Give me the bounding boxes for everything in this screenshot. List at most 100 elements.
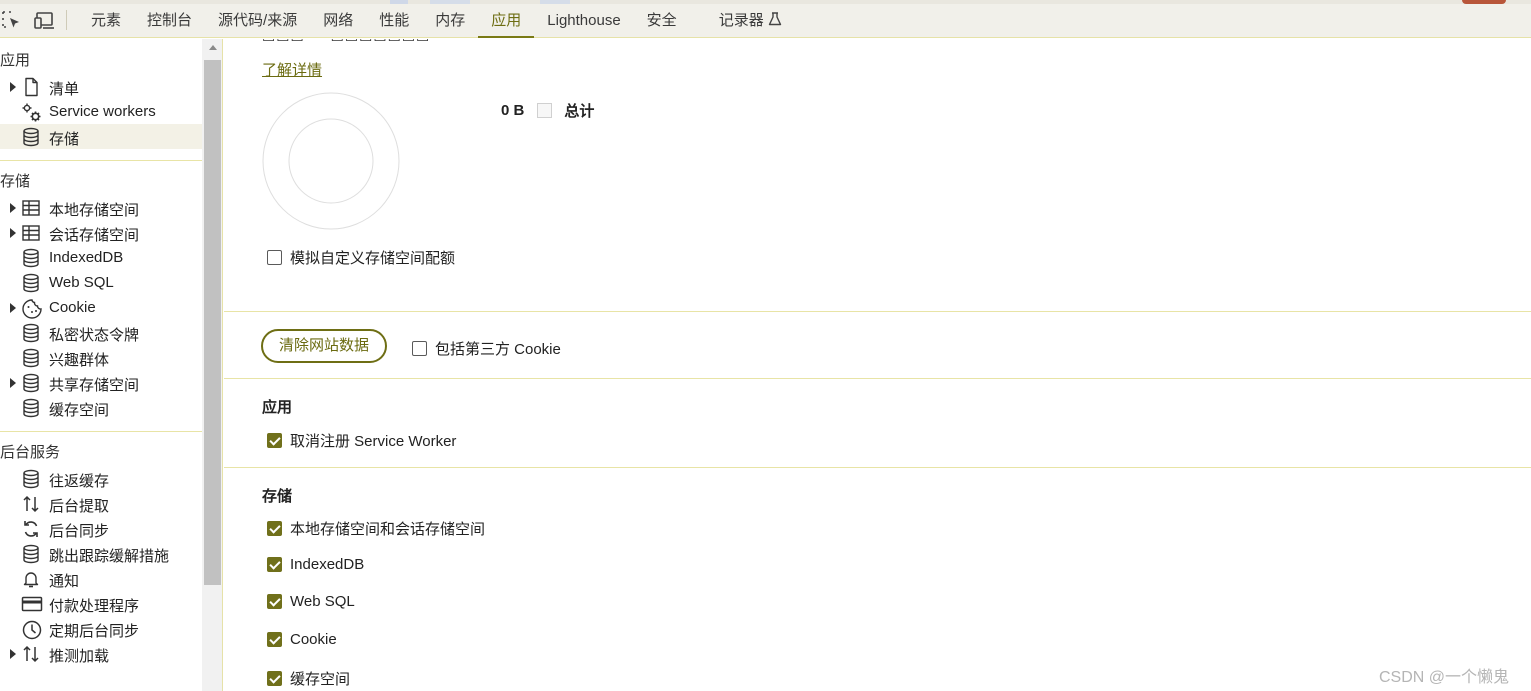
quota-override-label: 模拟自定义存储空间配额 <box>290 250 456 267</box>
sidebar-item[interactable]: Service workers <box>0 99 202 124</box>
local-session-storage-checkbox[interactable] <box>267 521 282 536</box>
sidebar-item[interactable]: 本地存储空间 <box>0 195 202 220</box>
sidebar-item-label: 推测加载 <box>49 648 110 665</box>
database-icon <box>21 273 41 293</box>
expand-arrow-icon[interactable] <box>10 378 16 388</box>
divider <box>224 378 1531 379</box>
websql-checkbox[interactable] <box>267 594 282 609</box>
sidebar-item[interactable]: 私密状态令牌 <box>0 320 202 345</box>
usage-summary: 0 B 总计 <box>501 100 594 121</box>
sidebar-item[interactable]: 后台提取 <box>0 491 202 516</box>
cookie-checkbox[interactable] <box>267 632 282 647</box>
sidebar-item[interactable]: 后台同步 <box>0 516 202 541</box>
unregister-sw-checkbox[interactable] <box>267 433 282 448</box>
clear-option-label: 本地存储空间和会话存储空间 <box>290 521 486 538</box>
sidebar-item[interactable]: 兴趣群体 <box>0 345 202 370</box>
tab-network[interactable]: 网络 <box>310 4 366 38</box>
sidebar-item-label: 清单 <box>49 81 80 98</box>
third-party-cookie-label: 包括第三方 Cookie <box>435 341 561 358</box>
sidebar-item-label: 本地存储空间 <box>49 202 140 219</box>
clear-option-label: IndexedDB <box>290 556 365 573</box>
learn-more-link[interactable]: 了解详情 <box>262 59 322 80</box>
sidebar-item-label: 私密状态令牌 <box>49 327 140 344</box>
sidebar-heading-background-services: 后台服务 <box>0 444 61 461</box>
tab-application[interactable]: 应用 <box>478 4 535 38</box>
avatar <box>1462 0 1506 4</box>
sidebar-item[interactable]: Cookie <box>0 295 202 320</box>
sidebar-heading-storage: 存储 <box>0 173 31 190</box>
application-sidebar: 应用 清单 Service workers 存储 存储 本地存储空间 会话存储空间 In… <box>0 39 202 691</box>
sidebar-item-label: Cookie <box>49 299 96 316</box>
tab-performance[interactable]: 性能 <box>366 4 422 38</box>
sidebar-item-label: 后台提取 <box>49 498 110 515</box>
expand-arrow-icon[interactable] <box>10 228 16 238</box>
sidebar-scrollbar[interactable] <box>202 39 223 691</box>
clear-option-row[interactable]: 本地存储空间和会话存储空间 <box>267 518 485 539</box>
sidebar-item-label: 通知 <box>49 573 80 590</box>
scroll-up-icon[interactable] <box>209 45 217 50</box>
database-icon <box>21 348 41 368</box>
expand-arrow-icon[interactable] <box>10 649 16 659</box>
clear-site-data-button[interactable]: 清除网站数据 <box>261 329 387 363</box>
sidebar-item[interactable]: 往返缓存 <box>0 466 202 491</box>
sidebar-item[interactable]: 共享存储空间 <box>0 370 202 395</box>
sidebar-item[interactable]: 清单 <box>0 74 202 99</box>
legend-swatch <box>537 103 553 118</box>
sidebar-item[interactable]: 存储 <box>0 124 202 149</box>
tab-console[interactable]: 控制台 <box>134 4 205 38</box>
tab-recorder[interactable]: 记录器 <box>706 4 795 38</box>
database-icon <box>21 469 41 489</box>
sidebar-item[interactable]: 跳出跟踪缓解措施 <box>0 541 202 566</box>
tab-memory[interactable]: 内存 <box>422 4 478 38</box>
indexeddb-checkbox[interactable] <box>267 557 282 572</box>
tab-elements[interactable]: 元素 <box>78 4 134 38</box>
database-icon <box>21 323 41 343</box>
tab-lighthouse[interactable]: Lighthouse <box>534 4 633 38</box>
third-party-cookie-row[interactable]: 包括第三方 Cookie <box>412 338 561 359</box>
database-icon <box>21 544 41 564</box>
expand-arrow-icon[interactable] <box>10 203 16 213</box>
device-toggle-icon[interactable] <box>34 10 54 30</box>
usage-legend-label: 总计 <box>564 103 595 120</box>
expand-arrow-icon[interactable] <box>10 82 16 92</box>
quota-override-row[interactable]: 模拟自定义存储空间配额 <box>267 247 455 268</box>
sync-icon <box>21 519 41 539</box>
cookie-icon <box>21 298 42 319</box>
tab-security[interactable]: 安全 <box>634 4 706 38</box>
sidebar-item-label: 往返缓存 <box>49 473 110 490</box>
clock-icon <box>21 619 42 640</box>
toolbar-divider <box>66 10 67 30</box>
third-party-cookie-checkbox[interactable] <box>412 341 427 356</box>
tab-sources[interactable]: 源代码/来源 <box>205 4 310 38</box>
clear-option-row[interactable]: IndexedDB <box>267 556 364 573</box>
sidebar-item[interactable]: IndexedDB <box>0 245 202 270</box>
scrollbar-thumb[interactable] <box>204 60 221 585</box>
sidebar-item-label: 存储 <box>49 131 80 148</box>
sidebar-item-label: 付款处理程序 <box>49 598 140 615</box>
sidebar-item[interactable]: 缓存空间 <box>0 395 202 420</box>
sidebar-item[interactable]: Web SQL <box>0 270 202 295</box>
sidebar-item-label: 定期后台同步 <box>49 623 140 640</box>
unregister-sw-row[interactable]: 取消注册 Service Worker <box>267 430 456 451</box>
cache-storage-checkbox[interactable] <box>267 671 282 686</box>
expand-arrow-icon[interactable] <box>10 303 16 313</box>
gears-icon <box>21 102 41 122</box>
unregister-sw-label: 取消注册 Service Worker <box>290 433 457 450</box>
clear-option-row[interactable]: Web SQL <box>267 593 355 610</box>
sidebar-item[interactable]: 定期后台同步 <box>0 616 202 641</box>
sidebar-item[interactable]: 付款处理程序 <box>0 591 202 616</box>
database-icon <box>21 248 41 268</box>
database-icon <box>21 398 41 418</box>
select-element-icon[interactable] <box>1 10 21 30</box>
bell-icon <box>21 569 41 589</box>
clear-option-row[interactable]: Cookie <box>267 631 337 648</box>
clear-option-label: 缓存空间 <box>290 671 351 688</box>
card-icon <box>21 594 43 614</box>
quota-override-checkbox[interactable] <box>267 250 282 265</box>
usage-donut-chart <box>262 92 400 230</box>
sidebar-item[interactable]: 会话存储空间 <box>0 220 202 245</box>
sidebar-item[interactable]: 推测加载 <box>0 641 202 666</box>
sidebar-item[interactable]: 通知 <box>0 566 202 591</box>
usage-value: 0 B <box>501 102 525 119</box>
clear-option-row[interactable]: 缓存空间 <box>267 668 350 689</box>
